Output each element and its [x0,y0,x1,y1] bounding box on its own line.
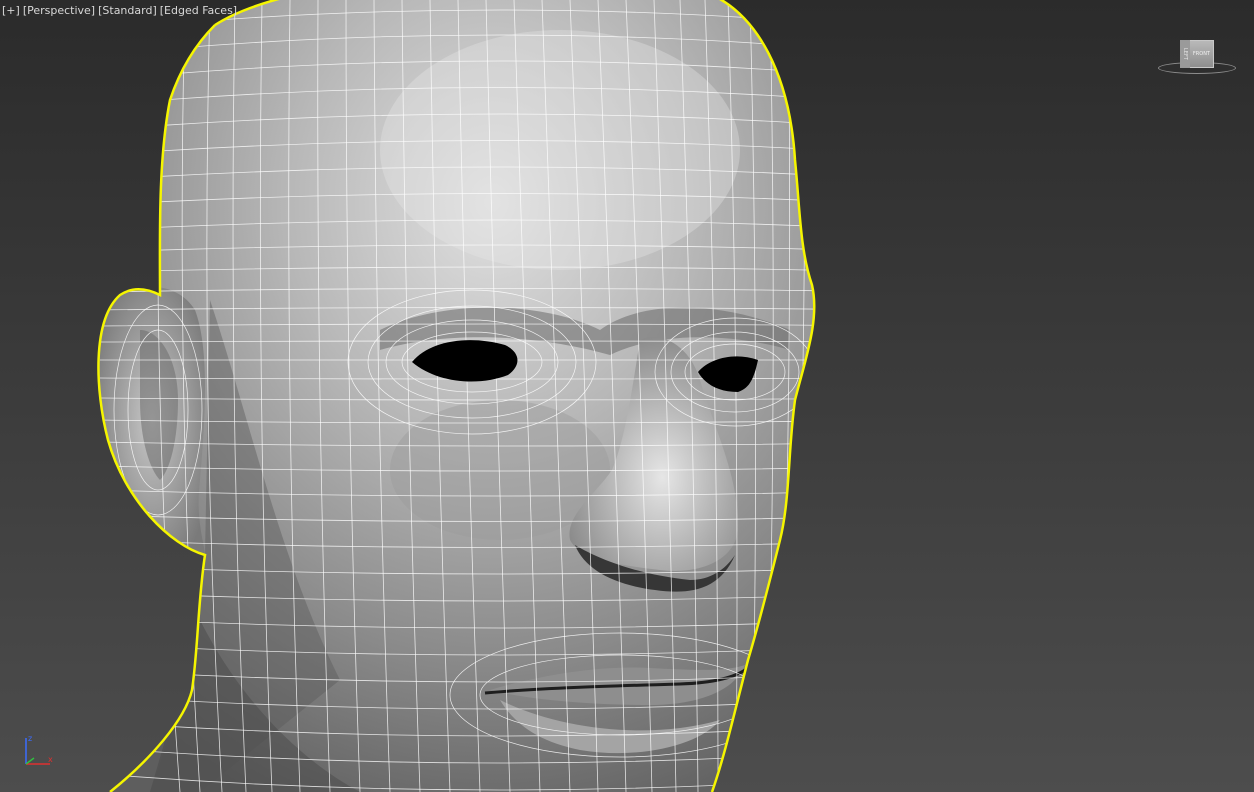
viewcube-icon[interactable]: FRONT LEFT [1158,36,1236,76]
axis-z-label: z [28,734,32,743]
viewport-general-menu[interactable]: [+] [2,4,20,18]
perspective-viewport[interactable]: [+] [Perspective] [Standard] [Edged Face… [0,0,1254,792]
viewcube-left-face[interactable]: LEFT [1180,40,1190,68]
viewport-label-menu: [+] [Perspective] [Standard] [Edged Face… [2,4,237,18]
axis-y-line [25,757,35,765]
viewport-point-of-view-menu[interactable]: [Perspective] [23,4,95,18]
viewport-shading-mode-menu[interactable]: [Standard] [98,4,157,18]
axis-x-label: x [48,755,53,764]
axis-tripod-icon: z x [25,734,53,765]
head-mesh[interactable] [0,0,1254,792]
viewport-display-mode-menu[interactable]: [Edged Faces] [160,4,237,18]
